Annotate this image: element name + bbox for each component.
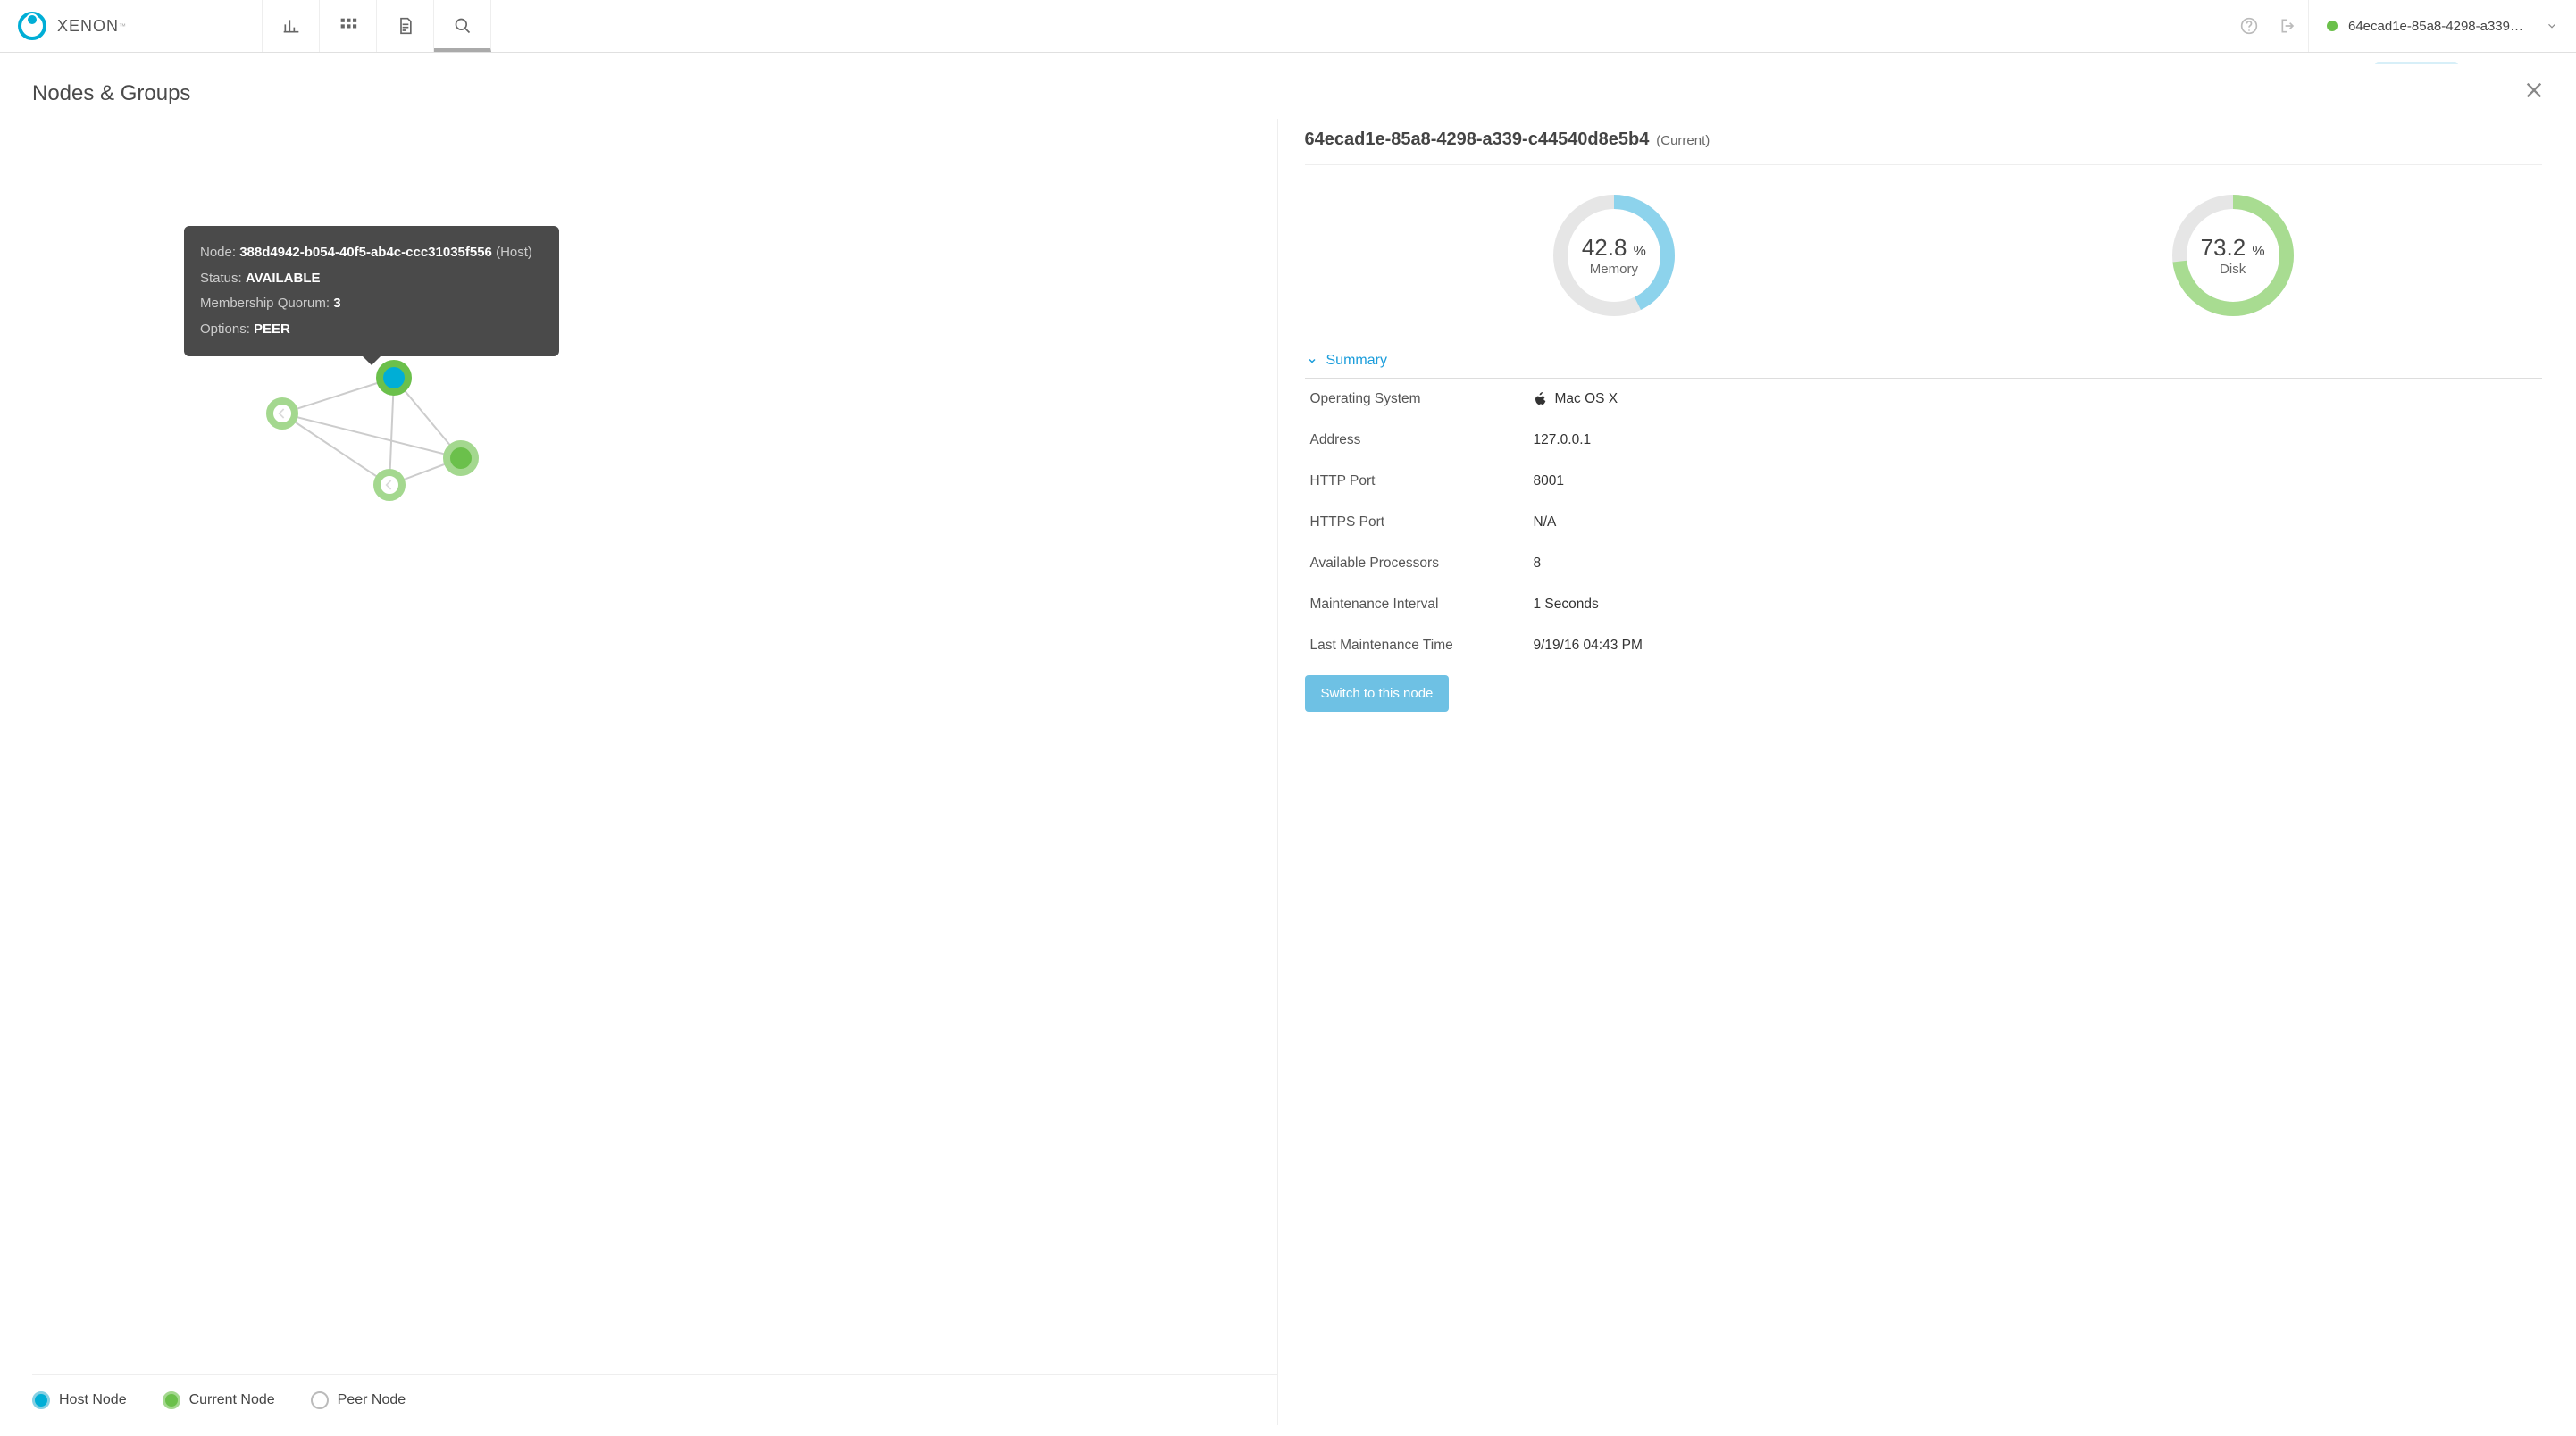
arrow-icon bbox=[273, 405, 291, 422]
arrow-icon bbox=[381, 476, 398, 494]
graph-node-peer[interactable] bbox=[266, 397, 298, 430]
grid-icon bbox=[339, 17, 357, 35]
node-selector[interactable]: 64ecad1e-85a8-4298-a339… bbox=[2308, 0, 2576, 52]
chevron-down-icon bbox=[2546, 20, 2558, 32]
node-selector-id: 64ecad1e-85a8-4298-a339… bbox=[2348, 19, 2535, 34]
navbar bbox=[262, 0, 491, 52]
legend-peer: Peer Node bbox=[311, 1391, 406, 1409]
close-icon bbox=[2524, 80, 2544, 100]
summary-row: HTTPS PortN/A bbox=[1305, 502, 2543, 543]
summary-row: Operating SystemMac OS X bbox=[1305, 379, 2543, 420]
logout-icon bbox=[2279, 17, 2297, 35]
detail-node-id: 64ecad1e-85a8-4298-a339-c44540d8e5b4 bbox=[1305, 129, 1650, 149]
legend-swatch-icon bbox=[163, 1391, 180, 1409]
legend-swatch-icon bbox=[311, 1391, 329, 1409]
nav-grid[interactable] bbox=[320, 0, 377, 52]
legend: Host Node Current Node Peer Node bbox=[32, 1374, 1277, 1425]
memory-gauge: 42.8 %Memory bbox=[1547, 188, 1681, 322]
node-detail-panel: 64ecad1e-85a8-4298-a339-c44540d8e5b4 (Cu… bbox=[1278, 119, 2552, 1425]
node-tooltip: Node: 388d4942-b054-40f5-ab4c-ccc31035f5… bbox=[184, 226, 559, 356]
modal-title: Nodes & Groups bbox=[32, 81, 190, 106]
logo-icon bbox=[18, 12, 46, 40]
legend-host: Host Node bbox=[32, 1391, 127, 1409]
nav-search[interactable] bbox=[434, 0, 491, 52]
bar-chart-icon bbox=[282, 17, 300, 35]
close-button[interactable] bbox=[2524, 80, 2544, 106]
disk-gauge: 73.2 %Disk bbox=[2166, 188, 2300, 322]
summary-toggle[interactable]: Summary bbox=[1305, 346, 2543, 379]
help-icon bbox=[2240, 17, 2258, 35]
apple-icon bbox=[1534, 392, 1548, 406]
search-icon bbox=[454, 17, 472, 35]
nav-dashboard[interactable] bbox=[263, 0, 320, 52]
summary-row: Address127.0.0.1 bbox=[1305, 420, 2543, 461]
node-graph[interactable]: Node: 388d4942-b054-40f5-ab4c-ccc31035f5… bbox=[32, 119, 1270, 494]
app-header: XENON™ 64ecad1e-85a8-4298-a339… bbox=[0, 0, 2576, 53]
logout-button[interactable] bbox=[2269, 17, 2308, 35]
graph-node-current[interactable] bbox=[443, 440, 479, 476]
switch-node-button[interactable]: Switch to this node bbox=[1305, 675, 1450, 712]
summary-row: Last Maintenance Time9/19/16 04:43 PM bbox=[1305, 625, 2543, 666]
help-button[interactable] bbox=[2229, 17, 2269, 35]
summary-row: Maintenance Interval1 Seconds bbox=[1305, 584, 2543, 625]
summary-row: HTTP Port8001 bbox=[1305, 461, 2543, 502]
legend-current: Current Node bbox=[163, 1391, 275, 1409]
brand[interactable]: XENON™ bbox=[0, 12, 262, 40]
graph-node-peer[interactable] bbox=[373, 469, 406, 501]
chevron-down-icon bbox=[1307, 355, 1317, 366]
document-icon bbox=[397, 17, 414, 35]
graph-node-host[interactable] bbox=[376, 360, 412, 396]
summary-row: Available Processors8 bbox=[1305, 543, 2543, 584]
topology-panel: Node: 388d4942-b054-40f5-ab4c-ccc31035f5… bbox=[25, 119, 1278, 1425]
brand-name: XENON bbox=[57, 17, 119, 36]
legend-swatch-icon bbox=[32, 1391, 50, 1409]
nav-document[interactable] bbox=[377, 0, 434, 52]
status-dot-icon bbox=[2327, 21, 2338, 31]
nodes-groups-modal: Nodes & Groups bbox=[25, 64, 2551, 1425]
